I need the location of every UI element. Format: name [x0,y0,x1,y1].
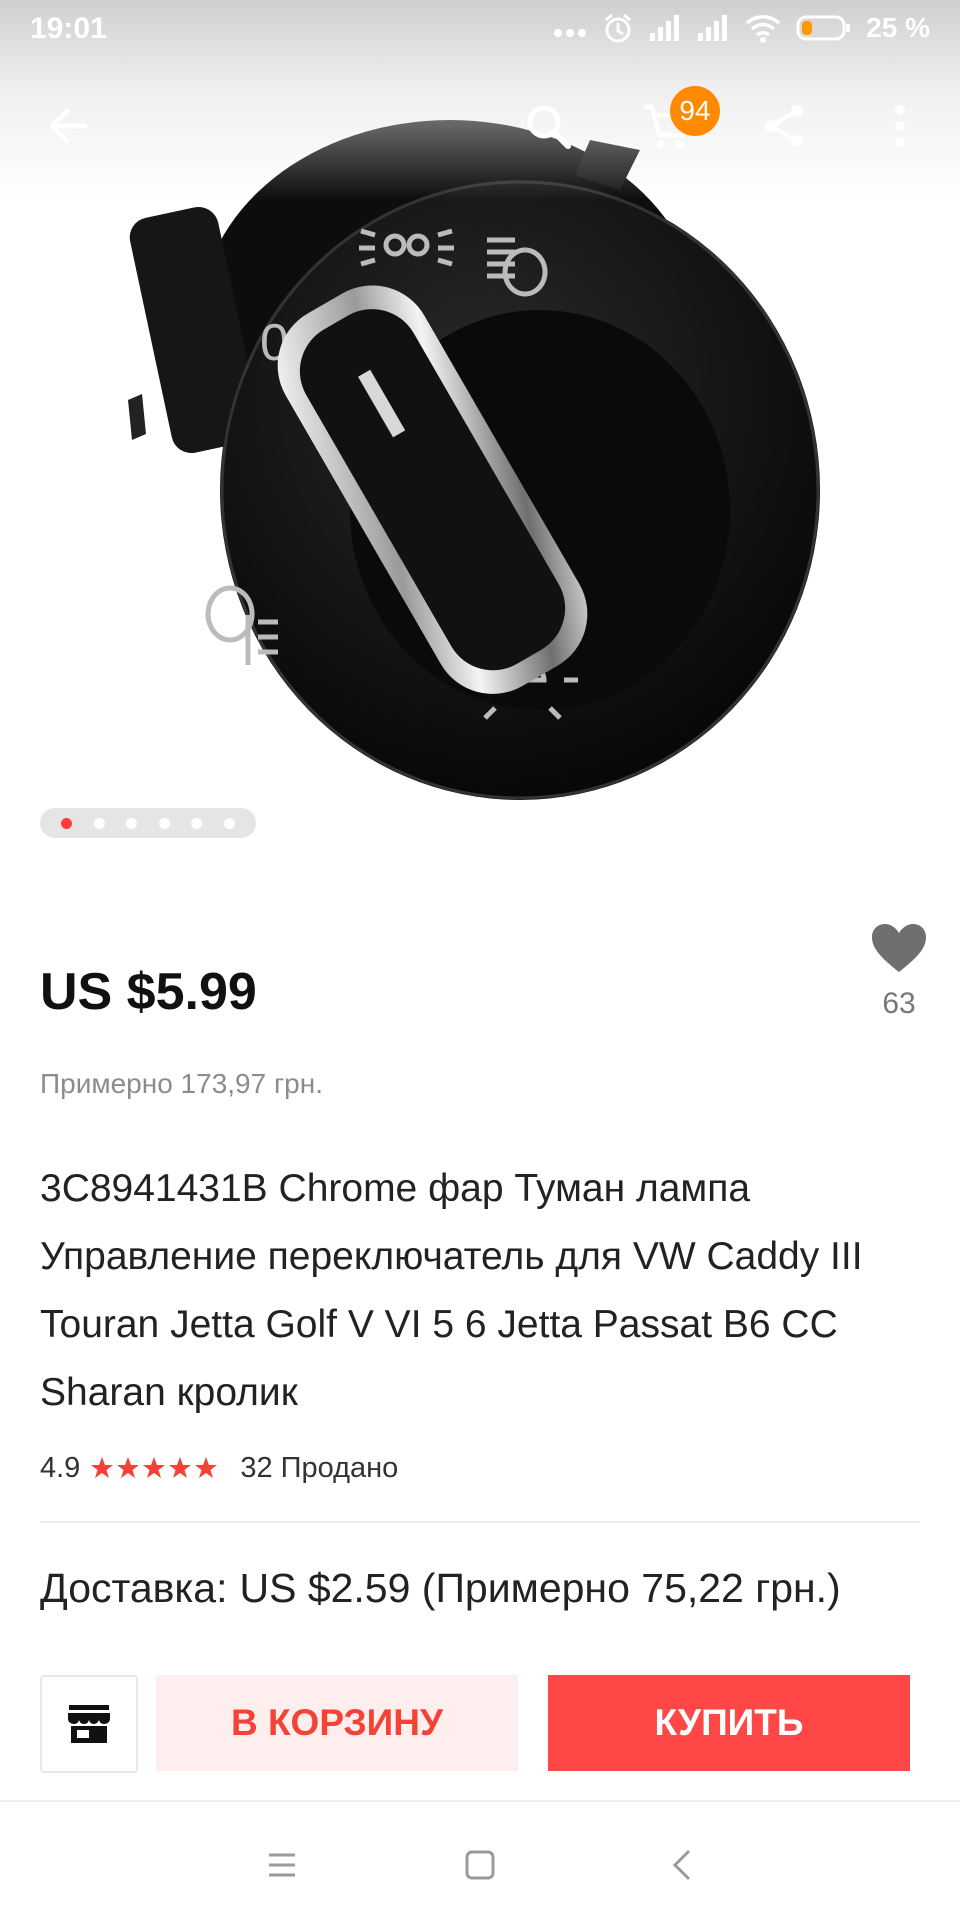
signal-icon-2 [698,15,728,41]
bottom-action-bar: В КОРЗИНУ КУПИТЬ [0,1650,960,1802]
pager-dot[interactable] [191,817,203,829]
home-square-icon [465,1850,495,1880]
top-app-bar: 94 [0,80,960,170]
pager-dot[interactable] [93,817,105,829]
system-navigation-bar [0,1805,960,1920]
wifi-icon [746,15,781,43]
star-icon [195,1457,218,1478]
back-button[interactable] [30,88,106,164]
back-chevron-icon [672,1849,691,1881]
status-time: 19:01 [30,12,107,45]
pager-dot-active[interactable] [61,817,73,829]
store-icon [68,1705,110,1743]
share-button[interactable] [746,88,822,164]
add-to-cart-button[interactable]: В КОРЗИНУ [156,1675,518,1771]
menu-icon [269,1853,295,1877]
status-icons: 25 % [552,12,930,44]
status-bar: 19:01 25 % [0,0,960,60]
star-icon [91,1457,114,1478]
wishlist-count: 63 [882,987,916,1020]
battery-percent: 25 % [866,12,930,43]
approx-price: Примерно 173,97 грн. [40,1068,323,1099]
menu-nav-button[interactable] [252,1835,312,1895]
search-button[interactable] [510,88,586,164]
buy-now-button[interactable]: КУПИТЬ [548,1675,910,1771]
rating-stars [90,1456,218,1480]
home-nav-button[interactable] [450,1835,510,1895]
pager-dot[interactable] [126,817,138,829]
product-price: US $5.99 [40,963,257,1021]
star-icon [169,1457,192,1478]
product-title: 3C8941431B Chrome фар Туман лампа Управл… [40,1167,863,1414]
search-icon [527,105,571,149]
delivery-label: Доставка: [40,1565,228,1611]
store-button[interactable] [40,1675,138,1773]
product-gallery[interactable]: 0 19:01 25 % 94 [0,0,960,880]
battery-icon [796,15,851,41]
heart-icon [872,924,926,972]
cart-count-badge: 94 [670,86,720,136]
star-icon [143,1457,166,1478]
pager-dot[interactable] [223,817,235,829]
back-arrow-icon [49,108,88,144]
image-pager[interactable] [40,808,256,838]
star-icon [117,1457,140,1478]
more-options-button[interactable] [862,88,938,164]
alarm-icon [605,13,632,43]
divider [40,1521,920,1523]
dots-icon [554,29,587,37]
pager-dot[interactable] [158,817,170,829]
share-icon [765,105,803,147]
rating-row[interactable]: 4.9 32 Продано [40,1448,398,1488]
delivery-row[interactable]: Доставка: US $2.59 (Примерно 75,22 грн.) [40,1555,920,1640]
rating-value: 4.9 [40,1451,81,1484]
more-vertical-icon [895,105,905,147]
signal-icon [650,15,680,41]
cart-button[interactable]: 94 [628,86,720,164]
back-nav-button[interactable] [652,1835,712,1895]
delivery-value: US $2.59 (Примерно 75,22 грн.) [239,1565,841,1611]
sold-count: 32 Продано [240,1451,399,1484]
wishlist-button[interactable]: 63 [864,922,934,1021]
